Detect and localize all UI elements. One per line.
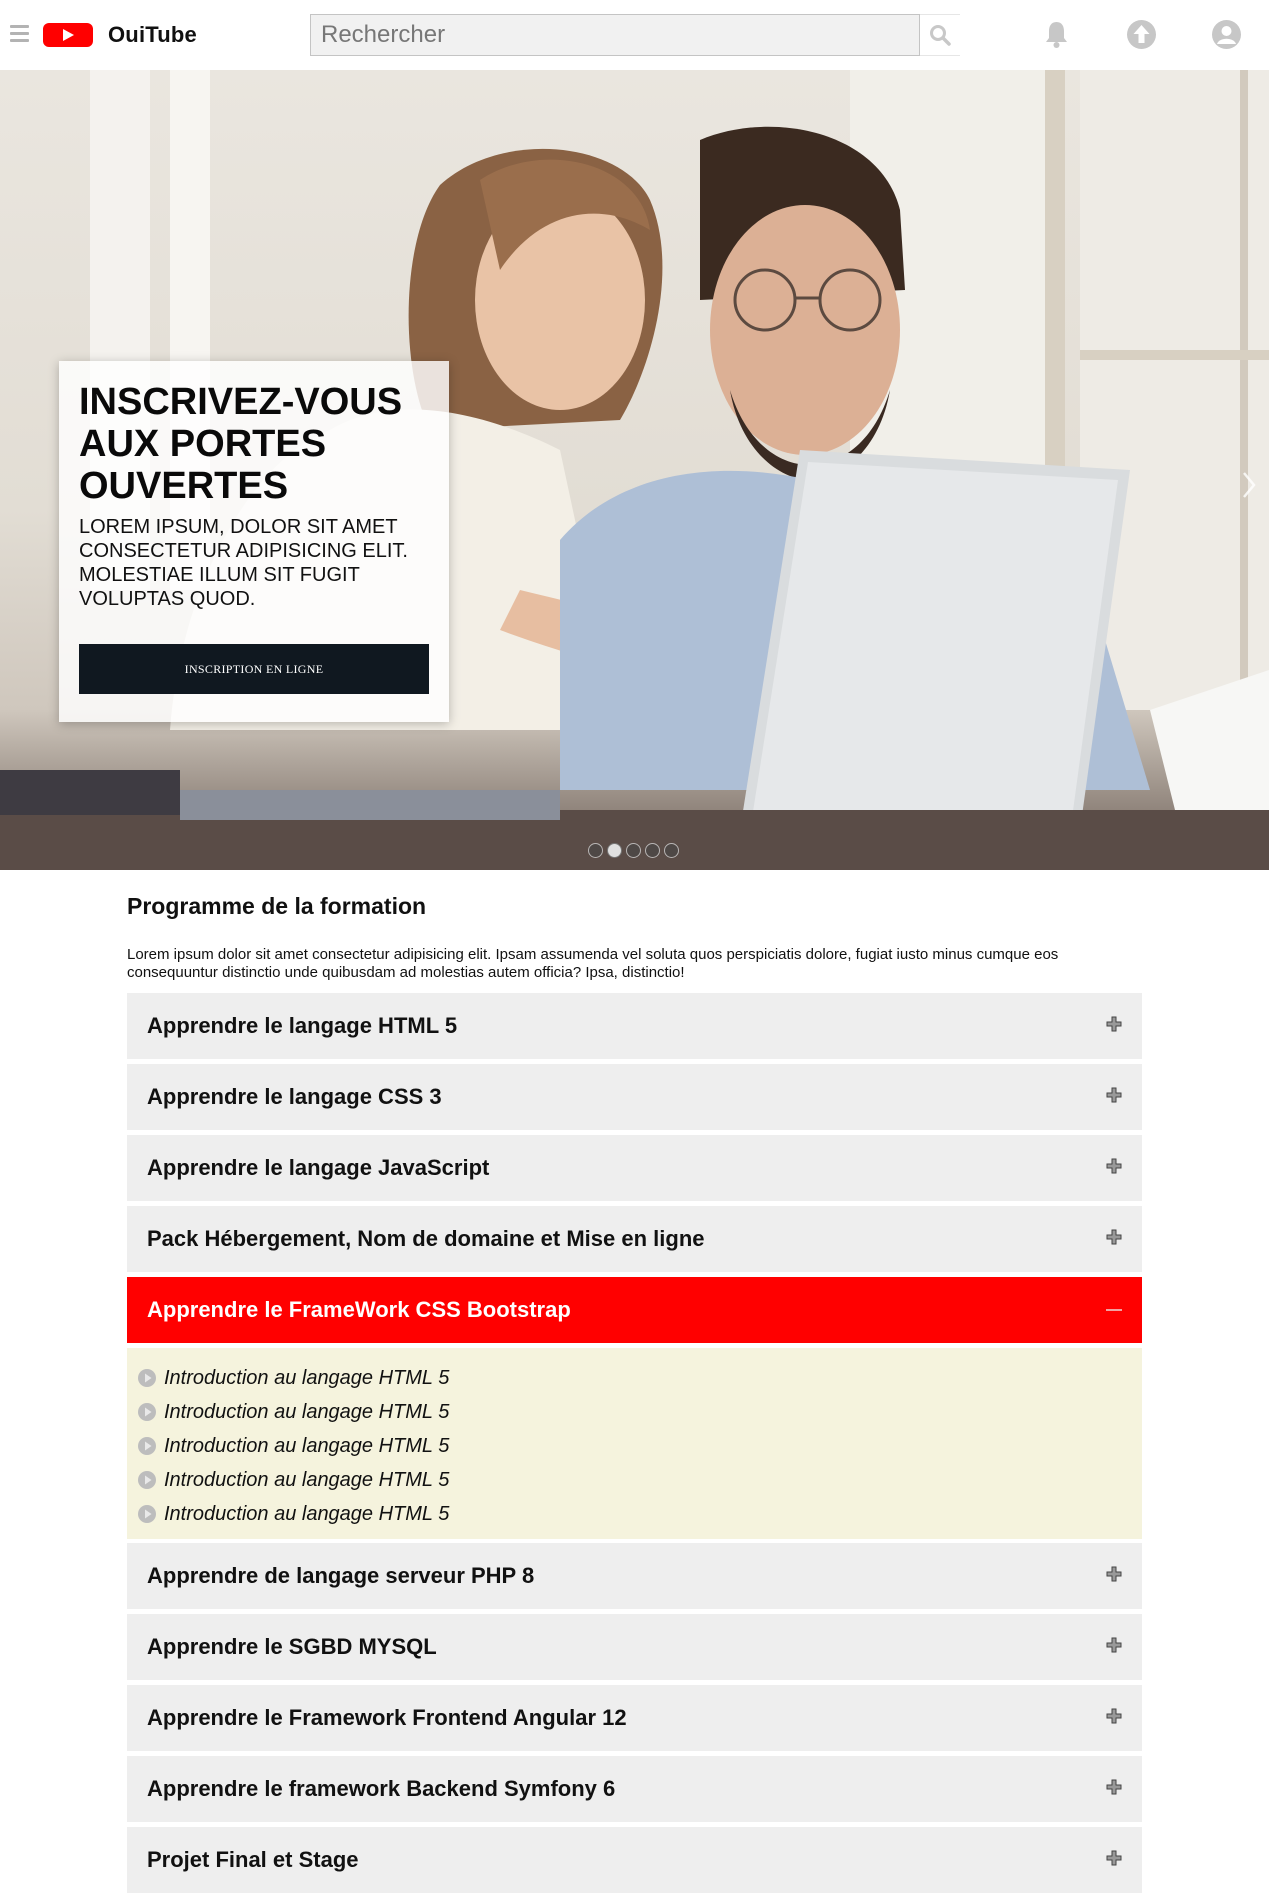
- youtube-logo-icon[interactable]: [43, 23, 93, 47]
- plus-icon: [1106, 1229, 1122, 1245]
- accordion-item-label: Projet Final et Stage: [147, 1847, 359, 1872]
- lesson-item[interactable]: Introduction au langage HTML 5: [127, 1429, 1142, 1463]
- accordion-item-label: Apprendre le FrameWork CSS Bootstrap: [147, 1297, 571, 1322]
- accordion-item-label: Pack Hébergement, Nom de domaine et Mise…: [147, 1226, 705, 1251]
- plus-icon: [1106, 1708, 1122, 1724]
- program-section: Programme de la formation Lorem ipsum do…: [127, 893, 1142, 982]
- accordion-item-html5[interactable]: Apprendre le langage HTML 5: [127, 993, 1142, 1059]
- plus-icon: [1106, 1158, 1122, 1174]
- accordion-item-mysql[interactable]: Apprendre le SGBD MYSQL: [127, 1614, 1142, 1680]
- promo-text: LOREM IPSUM, DOLOR SIT AMET CONSECTETUR …: [79, 516, 408, 610]
- accordion-item-label: Apprendre le Framework Frontend Angular …: [147, 1705, 627, 1730]
- lesson-label: Introduction au langage HTML 5: [164, 1468, 450, 1491]
- carousel-next-button[interactable]: [1239, 465, 1259, 505]
- online-registration-button[interactable]: INSCRIPTION EN LIGNE: [79, 644, 429, 694]
- accordion-item-label: Apprendre le SGBD MYSQL: [147, 1634, 437, 1659]
- accordion-item-label: Apprendre le langage HTML 5: [147, 1013, 458, 1038]
- plus-icon: [1106, 1779, 1122, 1795]
- minus-icon: [1106, 1309, 1122, 1311]
- menu-icon[interactable]: [10, 25, 29, 44]
- accordion-item-hosting[interactable]: Pack Hébergement, Nom de domaine et Mise…: [127, 1206, 1142, 1272]
- accordion-item-final-project[interactable]: Projet Final et Stage: [127, 1827, 1142, 1893]
- play-circle-icon: [138, 1471, 156, 1489]
- accordion-item-symfony[interactable]: Apprendre le framework Backend Symfony 6: [127, 1756, 1142, 1822]
- accordion-item-javascript[interactable]: Apprendre le langage JavaScript: [127, 1135, 1142, 1201]
- plus-icon: [1106, 1566, 1122, 1582]
- lesson-label: Introduction au langage HTML 5: [164, 1366, 450, 1389]
- lesson-item[interactable]: Introduction au langage HTML 5: [127, 1497, 1142, 1531]
- chevron-right-icon: [1243, 472, 1256, 498]
- accordion-item-bootstrap[interactable]: Apprendre le FrameWork CSS Bootstrap: [127, 1277, 1142, 1343]
- brand-name[interactable]: OuiTube: [108, 22, 197, 48]
- plus-icon: [1106, 1087, 1122, 1103]
- accordion-item-label: Apprendre le langage JavaScript: [147, 1155, 490, 1180]
- carousel-dot[interactable]: [626, 843, 641, 858]
- carousel-dot[interactable]: [607, 843, 622, 858]
- play-circle-icon: [138, 1505, 156, 1523]
- carousel-indicators: [588, 843, 679, 858]
- lesson-item[interactable]: Introduction au langage HTML 5: [127, 1361, 1142, 1395]
- lesson-item[interactable]: Introduction au langage HTML 5: [127, 1395, 1142, 1429]
- promo-title: INSCRIVEZ-VOUS AUX PORTES OUVERTES: [79, 381, 403, 507]
- accordion-item-php8[interactable]: Apprendre de langage serveur PHP 8: [127, 1543, 1142, 1609]
- accordion-item-label: Apprendre de langage serveur PHP 8: [147, 1563, 535, 1588]
- accordion-item-angular[interactable]: Apprendre le Framework Frontend Angular …: [127, 1685, 1142, 1751]
- bell-icon[interactable]: [1041, 19, 1072, 50]
- hero-carousel: INSCRIVEZ-VOUS AUX PORTES OUVERTES LOREM…: [0, 70, 1269, 870]
- plus-icon: [1106, 1637, 1122, 1653]
- program-intro: Lorem ipsum dolor sit amet consectetur a…: [127, 946, 1059, 981]
- promo-card: INSCRIVEZ-VOUS AUX PORTES OUVERTES LOREM…: [59, 361, 449, 722]
- lesson-item[interactable]: Introduction au langage HTML 5: [127, 1463, 1142, 1497]
- lesson-list: Introduction au langage HTML 5 Introduct…: [127, 1348, 1142, 1539]
- accordion-item-label: Apprendre le framework Backend Symfony 6: [147, 1776, 616, 1801]
- program-title: Programme de la formation: [127, 893, 427, 919]
- carousel-dot[interactable]: [588, 843, 603, 858]
- lesson-label: Introduction au langage HTML 5: [164, 1502, 450, 1525]
- plus-icon: [1106, 1016, 1122, 1032]
- lesson-label: Introduction au langage HTML 5: [164, 1434, 450, 1457]
- top-bar: OuiTube: [0, 0, 1269, 70]
- plus-icon: [1106, 1850, 1122, 1866]
- upload-icon[interactable]: [1126, 19, 1157, 50]
- accordion-item-css3[interactable]: Apprendre le langage CSS 3: [127, 1064, 1142, 1130]
- carousel-dot[interactable]: [645, 843, 660, 858]
- accordion-item-label: Apprendre le langage CSS 3: [147, 1084, 442, 1109]
- search-button[interactable]: [920, 14, 960, 56]
- search-input[interactable]: [310, 14, 920, 56]
- search-icon: [930, 25, 951, 46]
- account-icon[interactable]: [1211, 19, 1242, 50]
- play-circle-icon: [138, 1437, 156, 1455]
- lesson-label: Introduction au langage HTML 5: [164, 1400, 450, 1423]
- carousel-dot[interactable]: [664, 843, 679, 858]
- play-circle-icon: [138, 1369, 156, 1387]
- play-circle-icon: [138, 1403, 156, 1421]
